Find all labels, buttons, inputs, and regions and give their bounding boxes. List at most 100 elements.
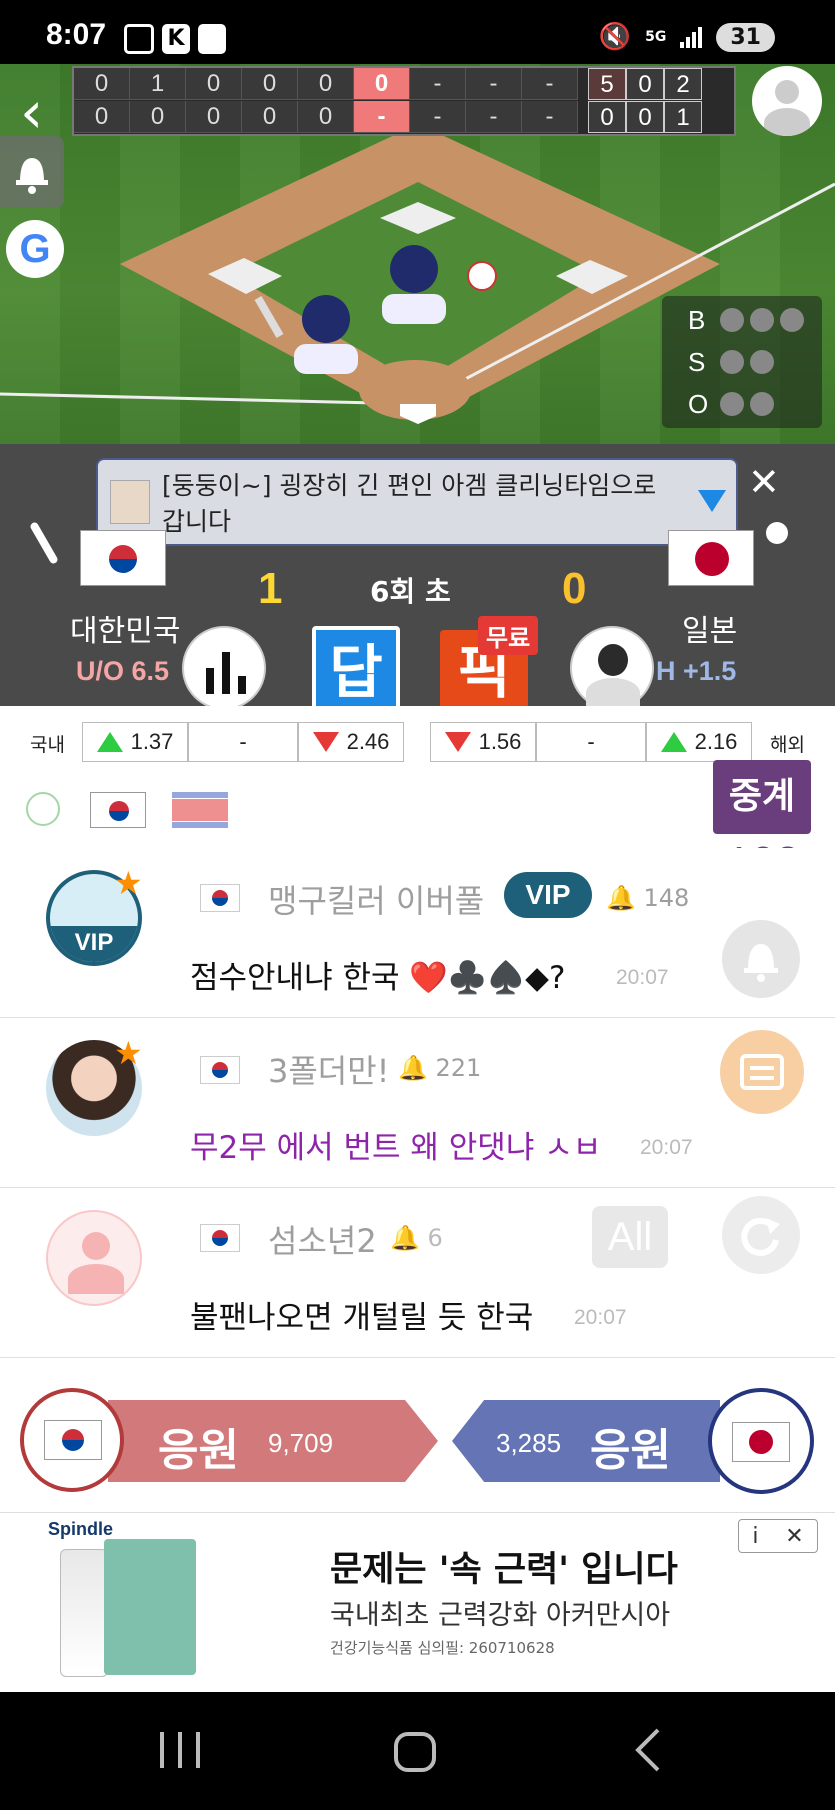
out-dot xyxy=(720,392,744,416)
all-filter-button[interactable]: All xyxy=(592,1206,668,1268)
ad-headline: 문제는 '속 근력' 입니다 xyxy=(330,1550,678,1590)
inning-cell-bottom: 0 xyxy=(242,101,298,133)
korea-filter-flag[interactable] xyxy=(90,792,146,828)
down-arrow-icon xyxy=(312,732,339,752)
vip-badge: VIP xyxy=(504,872,592,918)
status-right: 🔇 5G 31 xyxy=(599,22,775,52)
message-time: 20:07 xyxy=(616,966,669,989)
home-cheer-label: 응원 xyxy=(158,1425,239,1476)
home-cheer-flag[interactable] xyxy=(20,1388,124,1492)
odds-overseas-draw[interactable]: - xyxy=(536,722,646,762)
japan-flag xyxy=(668,530,754,586)
google-button[interactable]: G xyxy=(6,220,64,278)
home-icon xyxy=(394,1732,436,1772)
home-cheer-count: 9,709 xyxy=(268,1428,334,1458)
total-cell-bottom: 0 xyxy=(588,101,626,133)
away-cheer-button[interactable] xyxy=(452,1400,720,1482)
globe-filter-icon[interactable] xyxy=(26,792,60,826)
user-nickname[interactable]: 3폴더만! xyxy=(268,1046,390,1092)
profile-avatar[interactable] xyxy=(752,66,822,136)
odds-domestic-lose[interactable]: 2.46 xyxy=(298,722,404,762)
player-avatar-button[interactable] xyxy=(570,626,654,710)
inning-cell-top: 0 xyxy=(354,68,410,100)
alert-fab[interactable] xyxy=(722,920,800,998)
away-team-name: 일본 xyxy=(682,614,738,649)
close-icon[interactable]: ✕ xyxy=(785,1524,803,1549)
chat-message[interactable]: 섬소년2 🔔 6 불팬나오면 개털릴 듯 한국 20:07 xyxy=(0,1188,835,1358)
message-text: 무2무 에서 번트 왜 안댓냐 ㅅㅂ xyxy=(190,1130,602,1166)
ball-dot xyxy=(780,308,804,332)
inning-cell-bottom: - xyxy=(466,101,522,133)
list-fab[interactable] xyxy=(720,1030,804,1114)
odds-overseas-win[interactable]: 1.56 xyxy=(430,722,536,762)
star-icon: ★ xyxy=(114,1034,143,1072)
handicap-label[interactable]: H +1.5 xyxy=(656,656,736,687)
notification-bell-button[interactable] xyxy=(0,136,64,208)
ad-fine-print: 건강기능식품 심의필: 260710628 xyxy=(330,1639,555,1657)
chat-filter-bar xyxy=(0,768,835,848)
total-cell-top: 2 xyxy=(664,68,702,100)
ad-product-box xyxy=(104,1539,196,1675)
free-badge: 무료 xyxy=(478,616,539,655)
inning-cell-top: 1 xyxy=(130,68,186,100)
odds-domestic-win[interactable]: 1.37 xyxy=(82,722,188,762)
over-under-label[interactable]: U/O 6.5 xyxy=(76,656,169,687)
home-score: 1 xyxy=(258,564,283,613)
relay-button[interactable]: 중계 xyxy=(713,760,811,834)
ball-dot xyxy=(720,308,744,332)
notice-banner[interactable]: [둥둥이~] 굉장히 긴 편인 아겜 클리닝타임으로 갑니다 xyxy=(96,458,738,546)
korea-flag-small xyxy=(200,884,240,912)
inning-cell-bottom: 0 xyxy=(298,101,354,133)
notice-text: [둥둥이~] 굉장히 긴 편인 아겜 클리닝타임으로 갑니다 xyxy=(162,471,657,536)
bar-chart-icon xyxy=(206,652,246,694)
down-arrow-icon xyxy=(444,732,471,752)
strikes-label: S xyxy=(688,346,706,377)
ad-subtitle: 국내최초 근력강화 아커만시아 xyxy=(330,1600,671,1631)
ad-info-close[interactable]: i ✕ xyxy=(738,1519,818,1553)
up-arrow-icon xyxy=(96,732,123,752)
stats-button[interactable] xyxy=(182,626,266,710)
away-cheer-flag[interactable] xyxy=(708,1388,814,1494)
inning-cell-top: - xyxy=(410,68,466,100)
north-korea-filter-flag[interactable] xyxy=(172,792,228,828)
expand-arrow-icon[interactable] xyxy=(698,490,726,512)
refresh-fab[interactable] xyxy=(722,1196,800,1274)
balls-label: B xyxy=(688,304,706,335)
star-icon: ★ xyxy=(114,864,143,902)
total-cell-top: 5 xyxy=(588,68,626,100)
chat-message[interactable]: VIP ★ 맹구킬러 이버풀 VIP 🔔 148 점수안내냐 한국 ❤️♣️♠️… xyxy=(0,848,835,1018)
scoreboard: 010000---00000----502001 xyxy=(72,66,736,136)
inning-cell-top: - xyxy=(466,68,522,100)
overseas-label: 해외 xyxy=(770,734,805,756)
recents-icon xyxy=(160,1732,200,1768)
odds-domestic-draw[interactable]: - xyxy=(188,722,298,762)
inning-cell-bottom: 0 xyxy=(74,101,130,133)
bell-count: 🔔 221 xyxy=(398,1054,482,1082)
inning-cell-bottom: - xyxy=(410,101,466,133)
user-avatar[interactable] xyxy=(46,1210,142,1306)
bell-count: 🔔 6 xyxy=(390,1224,443,1252)
up-arrow-icon xyxy=(660,732,687,752)
odds-overseas-lose[interactable]: 2.16 xyxy=(646,722,752,762)
user-nickname[interactable]: 섬소년2 xyxy=(268,1216,377,1262)
out-dot xyxy=(750,392,774,416)
info-icon[interactable]: i xyxy=(752,1524,758,1549)
away-score: 0 xyxy=(562,564,587,613)
refresh-icon xyxy=(741,1217,780,1256)
outs-label: O xyxy=(688,388,709,419)
status-time: 8:07 xyxy=(46,18,107,51)
total-cell-top: 0 xyxy=(626,68,664,100)
close-icon[interactable]: ✕ xyxy=(748,460,780,504)
bell-count: 🔔 148 xyxy=(606,884,690,912)
away-cheer-label: 응원 xyxy=(590,1425,671,1476)
ad-banner[interactable]: Spindle 문제는 '속 근력' 입니다 국내최초 근력강화 아커만시아 건… xyxy=(0,1512,835,1692)
answer-button[interactable]: 답 xyxy=(312,626,400,710)
user-nickname[interactable]: 맹구킬러 이버풀 xyxy=(268,876,484,922)
inning-cell-bottom: 0 xyxy=(186,101,242,133)
chat-message[interactable]: ★ 3폴더만! 🔔 221 무2무 에서 번트 왜 안댓냐 ㅅㅂ 20:07 xyxy=(0,1018,835,1188)
network-label: 5G xyxy=(645,29,667,45)
message-time: 20:07 xyxy=(640,1136,693,1159)
inning-cell-top: 0 xyxy=(298,68,354,100)
back-icon xyxy=(635,1728,660,1772)
bell-icon xyxy=(16,158,48,194)
